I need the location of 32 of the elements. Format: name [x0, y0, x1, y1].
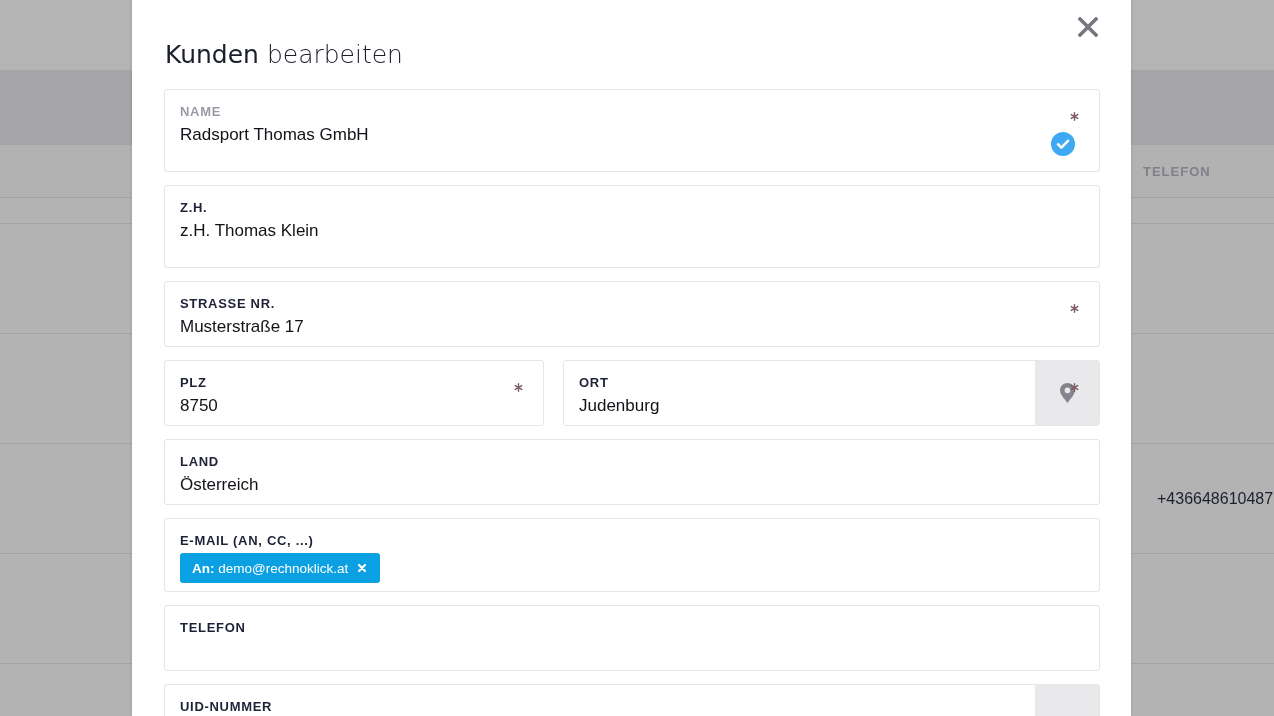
form-field[interactable]: STRASSE NR. Musterstraße 17 — [164, 281, 1100, 347]
field-label: NAME — [180, 104, 222, 120]
email-tag-field[interactable]: E-MAIL (AN, CC, ...) An: demo@rechnoklick.at — [164, 518, 1100, 592]
form-field[interactable]: ORT Judenburg — [563, 360, 1100, 426]
location-button[interactable] — [1035, 361, 1099, 425]
input-field[interactable]: Musterstraße 17 — [180, 316, 1055, 338]
field-label: LAND — [180, 454, 219, 470]
field-label: PLZ — [180, 375, 207, 391]
input-field[interactable]: Österreich — [180, 474, 1064, 496]
table-cell: +436648610487 — [1157, 489, 1274, 508]
field-label: STRASSE NR. — [180, 296, 276, 312]
input-field[interactable]: Radsport Thomas GmbH — [180, 124, 1036, 146]
form-field[interactable]: LAND Österreich — [164, 439, 1100, 505]
field-label: E-MAIL (AN, CC, ...) — [180, 533, 314, 549]
close-icon — [1078, 17, 1098, 37]
form-field[interactable]: UID-NUMMER — [164, 684, 1100, 716]
check-icon — [1051, 132, 1075, 156]
field-label: TELEFON — [180, 620, 246, 636]
form-field[interactable]: Z.H. z.H. Thomas Klein — [164, 185, 1100, 268]
form-field[interactable]: TELEFON — [164, 605, 1100, 671]
close-button[interactable] — [1076, 15, 1100, 39]
input-field[interactable]: 8750 — [180, 395, 499, 417]
input-field[interactable]: Judenburg — [579, 395, 1020, 417]
dialog-title: Kunden bearbeiten — [165, 39, 403, 71]
field-label: Z.H. — [180, 200, 208, 216]
input-field[interactable]: z.H. Thomas Klein — [180, 220, 1064, 242]
map-pin-icon — [1059, 383, 1075, 403]
field-label: ORT — [579, 375, 609, 391]
remove-icon[interactable] — [358, 564, 367, 572]
field-label: UID-NUMMER — [180, 699, 273, 715]
form-field[interactable]: PLZ 8750 — [164, 360, 544, 426]
form-field[interactable]: NAME Radsport Thomas GmbH — [164, 89, 1100, 172]
